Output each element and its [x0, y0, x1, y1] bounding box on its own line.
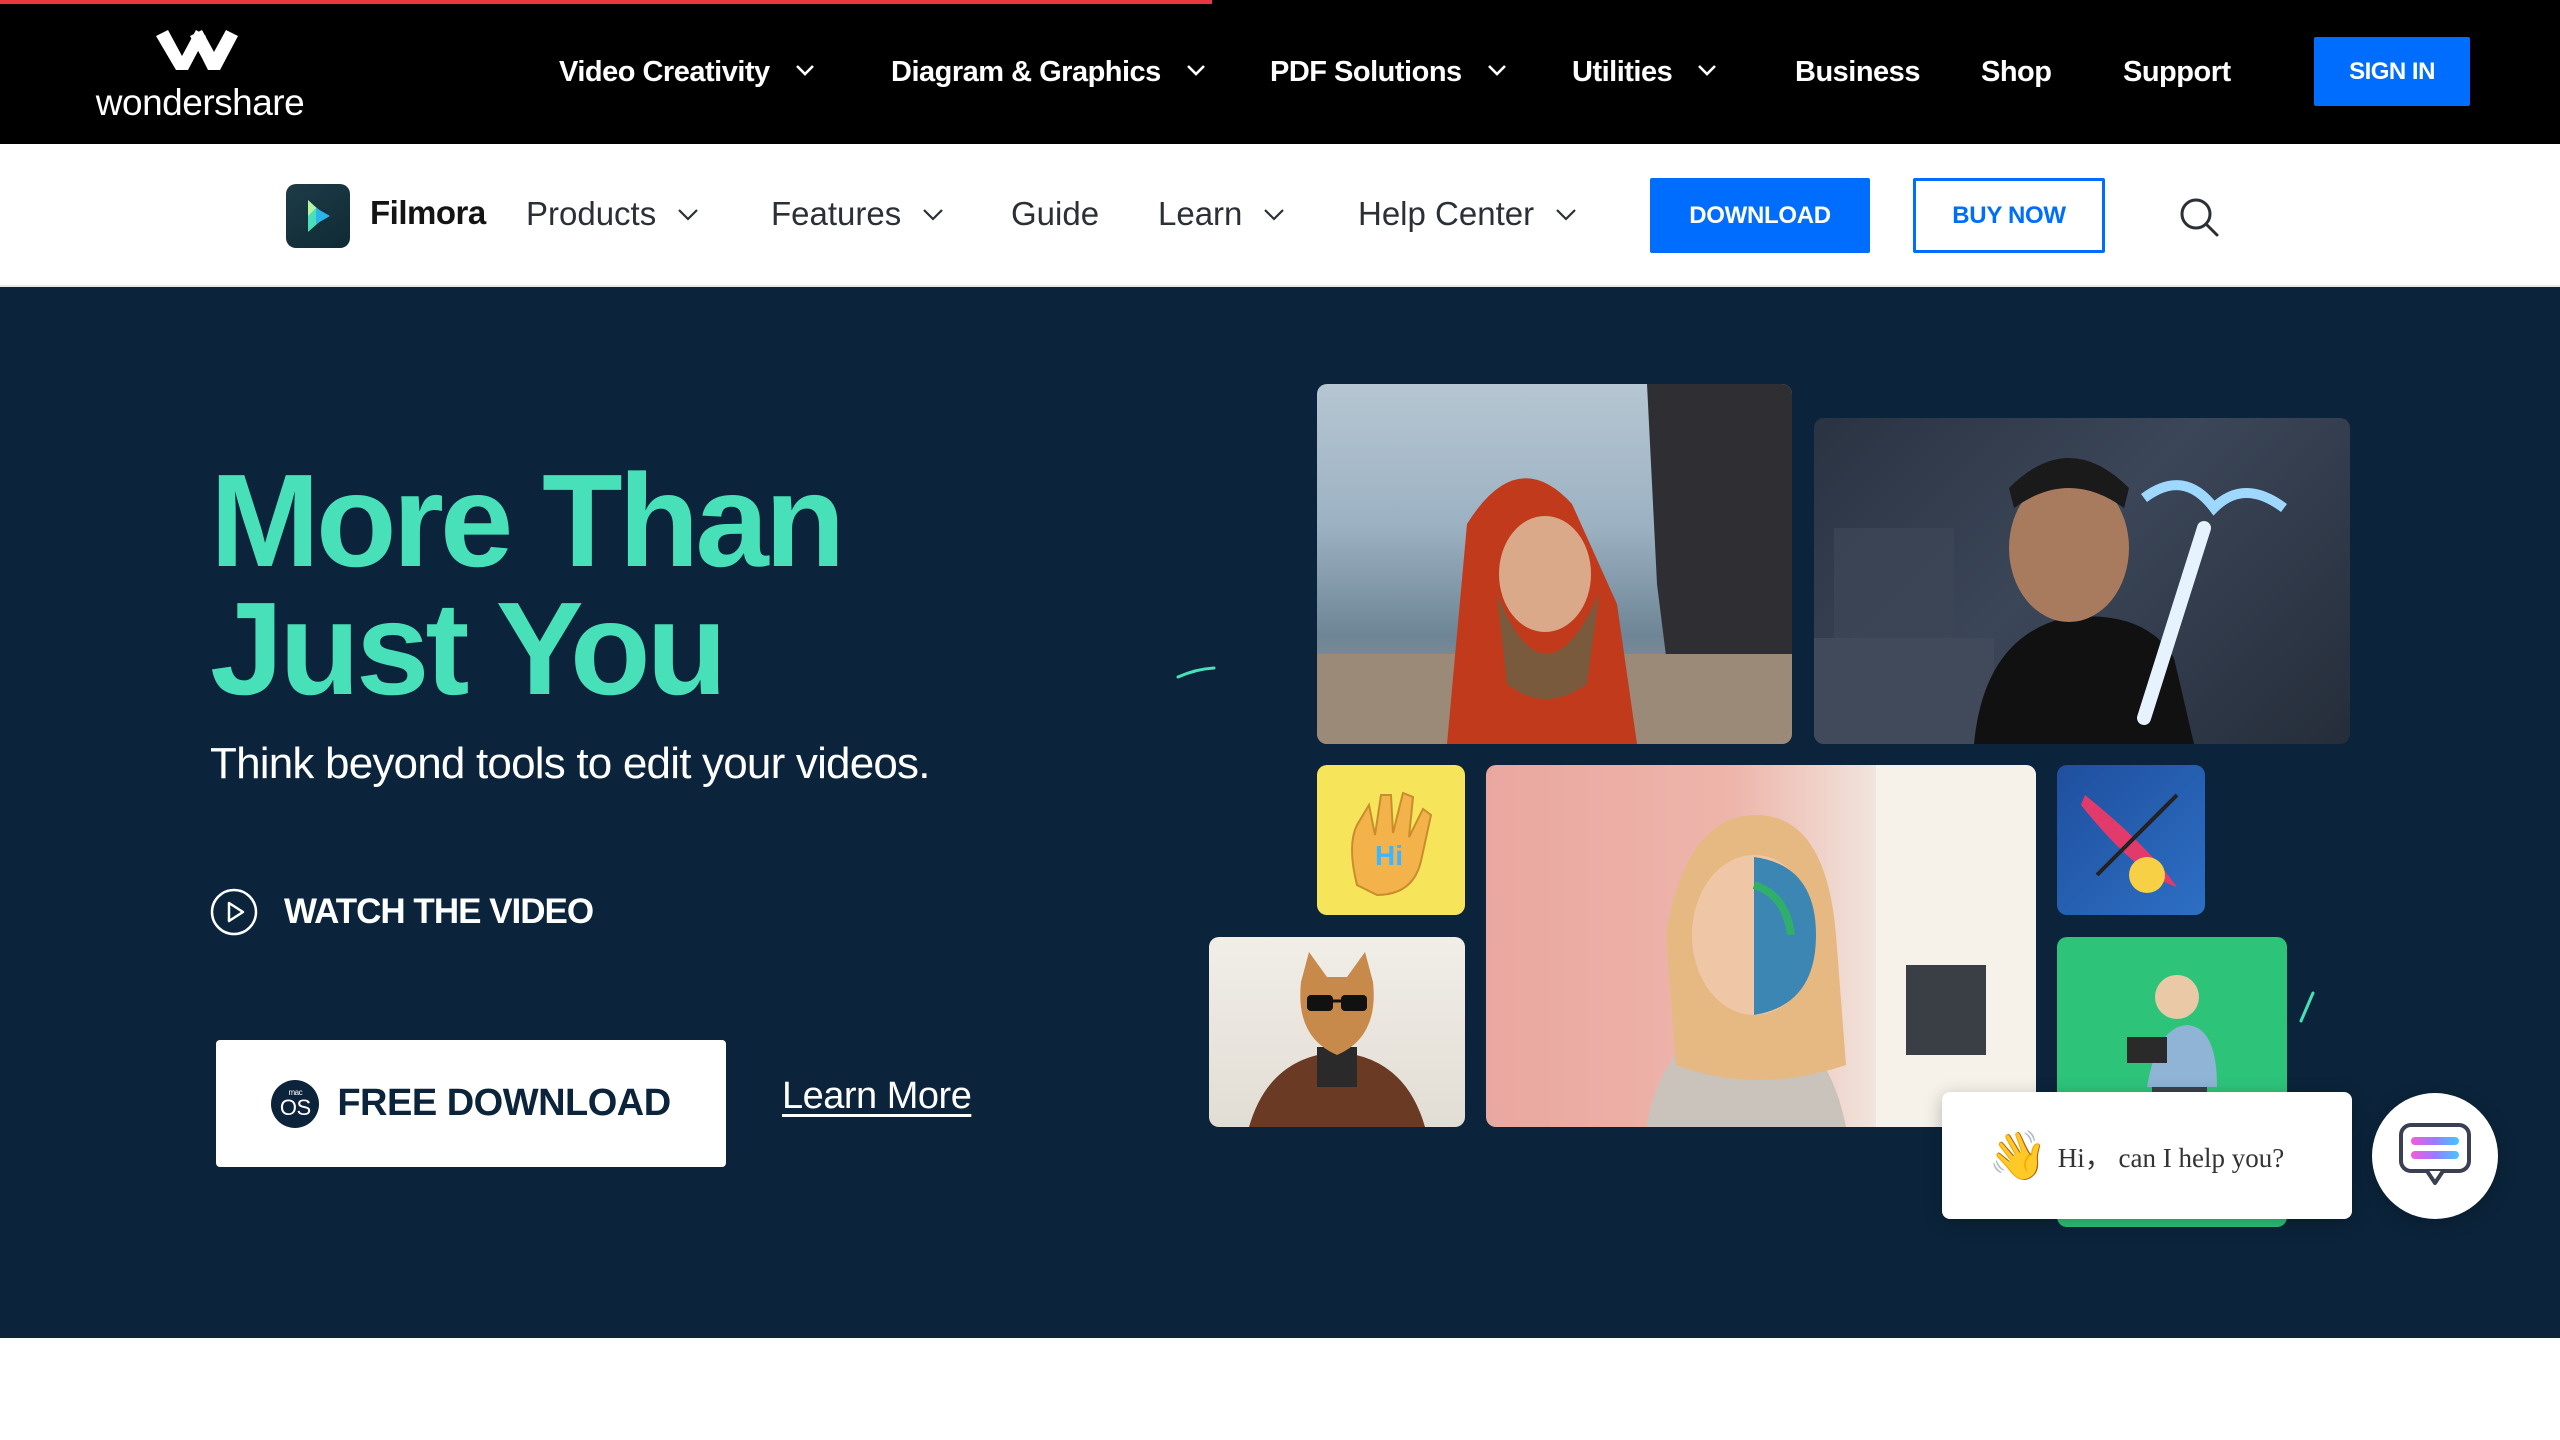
product-nav-guide[interactable]: Guide — [1011, 192, 1099, 236]
top-nav-support[interactable]: Support — [2123, 52, 2231, 92]
watch-video-link[interactable]: WATCH THE VIDEO — [210, 887, 594, 937]
collage-hi-hand-sticker-image: Hi — [1317, 765, 1465, 915]
collage-dog-with-sunglasses-image — [1209, 937, 1465, 1127]
product-nav-features[interactable]: Features — [771, 192, 945, 236]
chevron-down-icon — [1264, 209, 1285, 221]
product-nav-help-center[interactable]: Help Center — [1358, 192, 1578, 236]
top-nav-diagram-graphics[interactable]: Diagram & Graphics — [891, 52, 1207, 92]
free-download-label: FREE DOWNLOAD — [337, 1082, 671, 1124]
collage-face-paint-woman-image — [1486, 765, 2036, 1127]
sign-in-button[interactable]: SIGN IN — [2314, 37, 2470, 106]
chevron-down-icon — [678, 209, 699, 221]
chevron-down-icon — [1698, 65, 1717, 76]
product-nav-label: Products — [526, 195, 657, 232]
filmora-diamond-icon — [308, 200, 330, 232]
filmora-logo-icon[interactable] — [286, 184, 350, 248]
chat-greeting-text: Hi， can I help you? — [2057, 1143, 2285, 1173]
top-nav-utilities[interactable]: Utilities — [1572, 52, 1718, 92]
top-nav-pdf-solutions[interactable]: PDF Solutions — [1270, 52, 1508, 92]
svg-text:Hi: Hi — [1375, 840, 1403, 871]
hero-subtitle: Think beyond tools to edit your videos. — [210, 739, 930, 788]
collage-hiker-selfie-image — [1317, 384, 1792, 744]
learn-more-link[interactable]: Learn More — [782, 1075, 972, 1118]
top-nav-label: Video Creativity — [559, 55, 770, 88]
product-nav-label: Features — [771, 195, 902, 232]
search-icon[interactable] — [2178, 196, 2220, 238]
chevron-down-icon — [1556, 209, 1576, 221]
product-nav-label: Learn — [1158, 195, 1243, 232]
top-nav-label: Diagram & Graphics — [891, 55, 1161, 88]
chevron-down-icon — [923, 209, 944, 221]
top-nav-label: Utilities — [1572, 55, 1673, 88]
wondershare-top-bar: wondershare Video Creativity Diagram & G… — [0, 0, 2560, 144]
product-nav-bar: Filmora Products Features Guide Learn He… — [0, 144, 2560, 287]
top-nav-label: Support — [2123, 55, 2231, 88]
top-nav-label: PDF Solutions — [1270, 55, 1462, 88]
product-name[interactable]: Filmora — [370, 194, 486, 232]
watch-video-label: WATCH THE VIDEO — [284, 892, 594, 931]
free-download-button[interactable]: mac OS FREE DOWNLOAD — [216, 1040, 726, 1167]
top-nav-shop[interactable]: Shop — [1981, 52, 2052, 92]
chat-launcher-button[interactable] — [2372, 1093, 2498, 1219]
hero-title-line-2: Just You — [210, 575, 727, 722]
play-circle-icon — [210, 888, 258, 936]
product-nav-label: Help Center — [1358, 195, 1535, 232]
chevron-down-icon — [795, 65, 814, 76]
macos-badge-text: OS — [279, 1094, 311, 1120]
top-nav-label: Business — [1795, 55, 1920, 88]
wondershare-logo[interactable]: wondershare — [94, 30, 306, 126]
top-nav-label: Shop — [1981, 55, 2052, 88]
product-nav-learn[interactable]: Learn — [1158, 192, 1286, 236]
wondershare-logo-icon — [156, 30, 238, 70]
chevron-down-icon — [1186, 65, 1205, 76]
decorative-stroke — [2299, 991, 2315, 1023]
chevron-down-icon — [1487, 65, 1506, 76]
page-load-progress — [0, 0, 1212, 4]
hero-title: More Than Just You — [210, 447, 1110, 722]
top-nav-video-creativity[interactable]: Video Creativity — [559, 52, 816, 92]
hero-title-line-1: More Than — [210, 447, 845, 594]
chat-greeting-bubble[interactable]: 👋 Hi， can I help you? — [1942, 1092, 2352, 1219]
waving-hand-icon: 👋 — [1988, 1130, 2048, 1183]
top-nav-business[interactable]: Business — [1795, 52, 1920, 92]
collage-kayak-image — [2057, 765, 2205, 915]
chat-icon — [2399, 1123, 2471, 1185]
product-nav-products[interactable]: Products — [526, 192, 700, 236]
product-nav-label: Guide — [1011, 195, 1100, 232]
decorative-stroke — [1176, 666, 1216, 679]
collage-neon-creator-image — [1814, 418, 2350, 744]
wondershare-wordmark: wondershare — [95, 82, 305, 123]
download-button[interactable]: DOWNLOAD — [1650, 178, 1870, 253]
macos-badge-icon: mac OS — [271, 1079, 320, 1128]
buy-now-button[interactable]: BUY NOW — [1913, 178, 2105, 253]
